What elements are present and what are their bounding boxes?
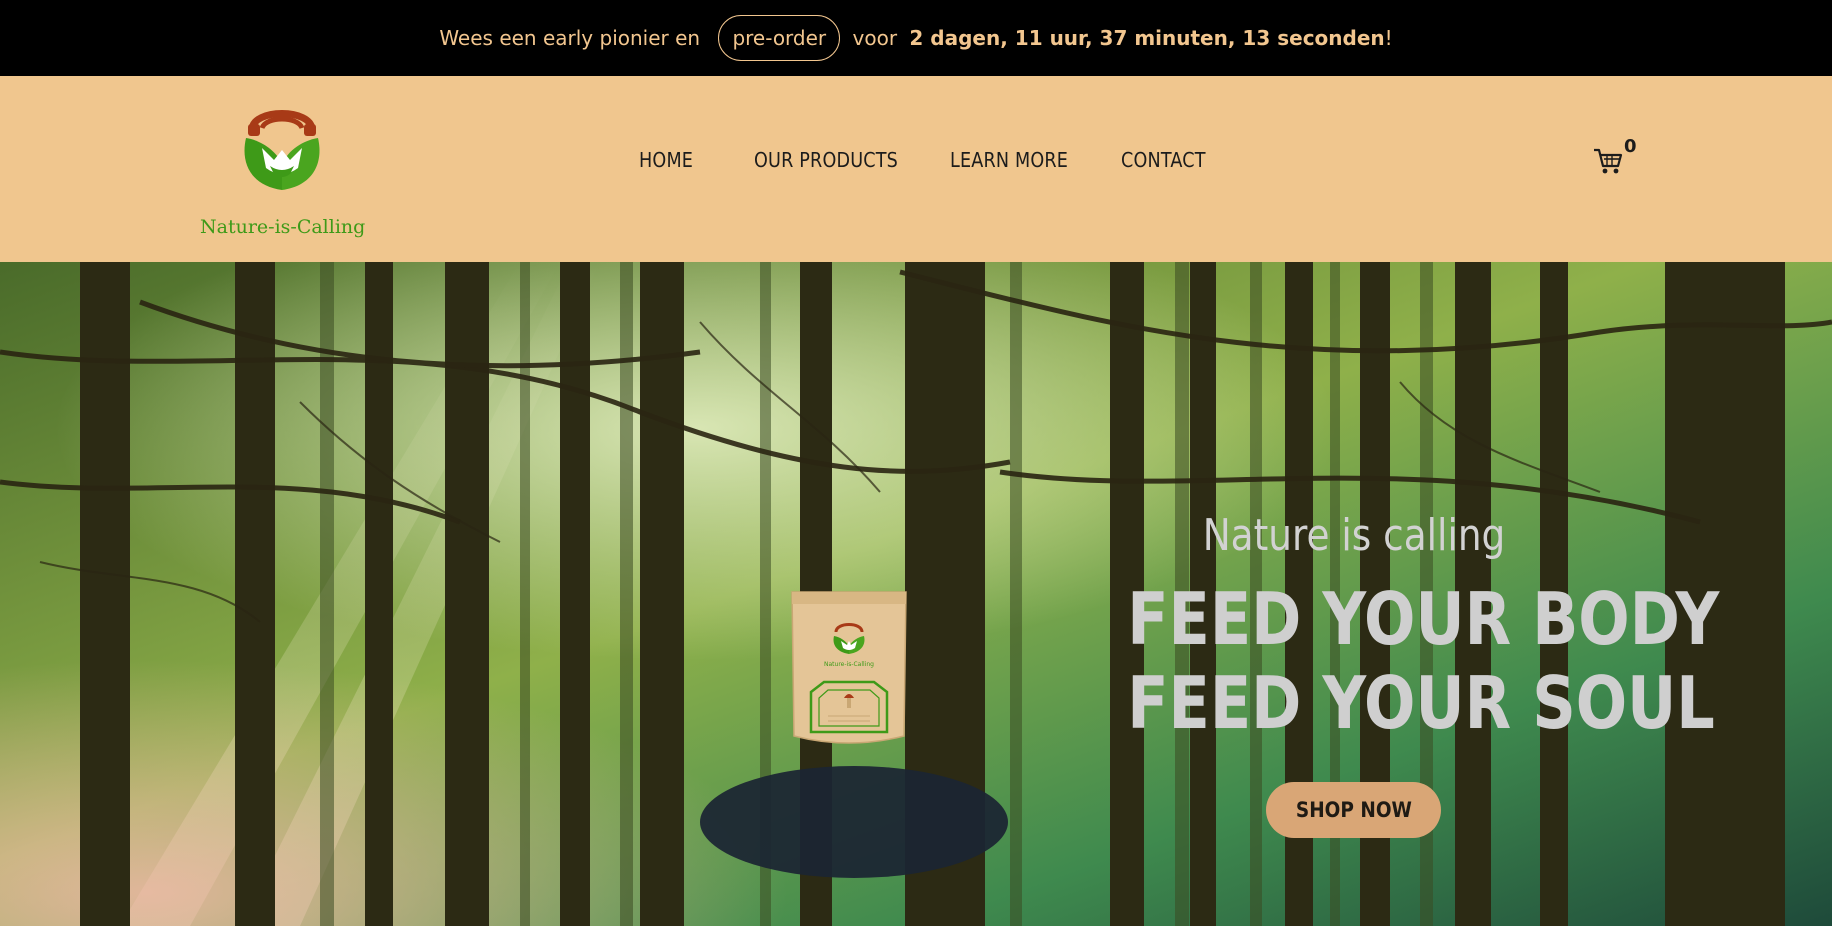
product-pedestal (700, 766, 1008, 878)
shop-now-button[interactable]: SHOP NOW (1266, 782, 1441, 838)
announcement-suffix: ! (1384, 26, 1393, 50)
hero-tagline: Nature is calling (1202, 510, 1506, 561)
announcement-prefix: Wees een early pionier en (439, 26, 701, 50)
nav-home[interactable]: HOME (639, 148, 693, 172)
shop-now-label: SHOP NOW (1295, 798, 1412, 822)
announcement-text: Wees een early pionier en pre-order voor… (439, 15, 1393, 61)
nav-learn-more[interactable]: LEARN MORE (950, 148, 1068, 172)
nav-our-products[interactable]: OUR PRODUCTS (754, 148, 898, 172)
product-pouch-image[interactable]: Nature-is-Calling (786, 586, 912, 746)
cart-count-badge: 0 (1624, 136, 1637, 157)
headline-line-1: FEED YOUR BODY (1127, 577, 1720, 661)
announcement-middle: voor (852, 26, 898, 50)
nav-contact[interactable]: CONTACT (1121, 148, 1206, 172)
svg-text:Nature-is-Calling: Nature-is-Calling (824, 661, 874, 668)
page: Wees een early pionier en pre-order voor… (0, 0, 1832, 926)
shopping-cart-icon (1594, 148, 1623, 174)
site-header: Nature-is-Calling HOME OUR PRODUCTS LEAR… (0, 76, 1832, 262)
countdown-timer: 2 dagen, 11 uur, 37 minuten, 13 seconden (909, 26, 1385, 50)
hero-headline: FEED YOUR BODY FEED YOUR SOUL (1127, 577, 1720, 745)
preorder-link[interactable]: pre-order (718, 15, 841, 61)
hero-section: Nature-is-Calling Nature is calling FEED… (0, 262, 1832, 926)
announcement-bar: Wees een early pionier en pre-order voor… (0, 0, 1832, 76)
headline-line-2: FEED YOUR SOUL (1127, 661, 1715, 745)
main-nav: HOME OUR PRODUCTS LEARN MORE CONTACT (0, 76, 1832, 262)
